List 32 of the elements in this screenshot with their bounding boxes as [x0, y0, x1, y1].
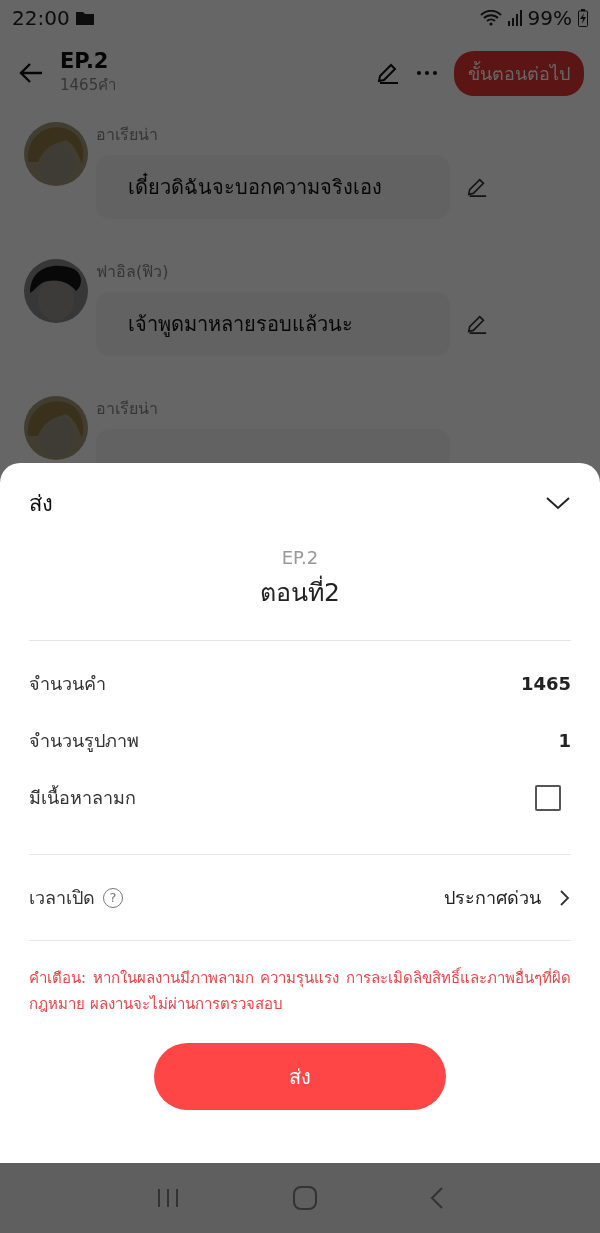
- message-bubble: เจ้าพูดมาหลายรอบแล้วนะ: [96, 292, 450, 356]
- row-label: เวลาเปิด: [29, 886, 95, 910]
- warning-text: คำเตือน: หากในผลงานมีภาพลามก ความรุนแรง การละเมิดลิขสิทธิ์และภาพอื่นๆที่ผิดกฎหมาย ผลงานจะไม่ผ่านการตรวจสอบ: [29, 966, 571, 1015]
- checkbox[interactable]: [535, 784, 561, 811]
- submit-button[interactable]: ส่ง: [154, 1043, 446, 1110]
- row-label: จำนวนรูปภาพ: [29, 729, 139, 754]
- pencil-icon[interactable]: [376, 61, 400, 85]
- folder-icon: [75, 11, 94, 25]
- row-label: มีเนื้อหาลามก: [29, 784, 136, 810]
- signal-icon: [507, 10, 522, 26]
- battery-percent: 99%: [527, 6, 572, 30]
- episode-title: EP.2: [60, 49, 110, 73]
- wifi-icon: [479, 10, 502, 26]
- chevron-right-icon[interactable]: [559, 888, 571, 907]
- pencil-icon[interactable]: [466, 176, 488, 198]
- pencil-icon[interactable]: [466, 313, 488, 335]
- battery-icon: [578, 9, 588, 27]
- publish-option[interactable]: ประกาศด่วน: [444, 883, 541, 912]
- row-label: จำนวนคำ: [29, 672, 106, 696]
- status-time: 22:00: [12, 6, 70, 30]
- row-value: 1: [558, 730, 571, 751]
- episode-label: EP.2: [280, 547, 320, 568]
- home-icon[interactable]: [292, 1185, 318, 1211]
- chevron-down-icon[interactable]: [545, 495, 571, 511]
- sheet-title: ส่ง: [29, 489, 53, 518]
- recent-apps-icon[interactable]: [156, 1188, 180, 1208]
- message-bubble: เดี๋ยวดิฉันจะบอกความจริงเอง: [96, 155, 450, 219]
- episode-name: ตอนที่2: [29, 572, 571, 612]
- back-icon[interactable]: [18, 62, 44, 84]
- more-icon[interactable]: [416, 70, 438, 76]
- row-value: 1465: [520, 673, 571, 694]
- back-icon[interactable]: [430, 1186, 444, 1210]
